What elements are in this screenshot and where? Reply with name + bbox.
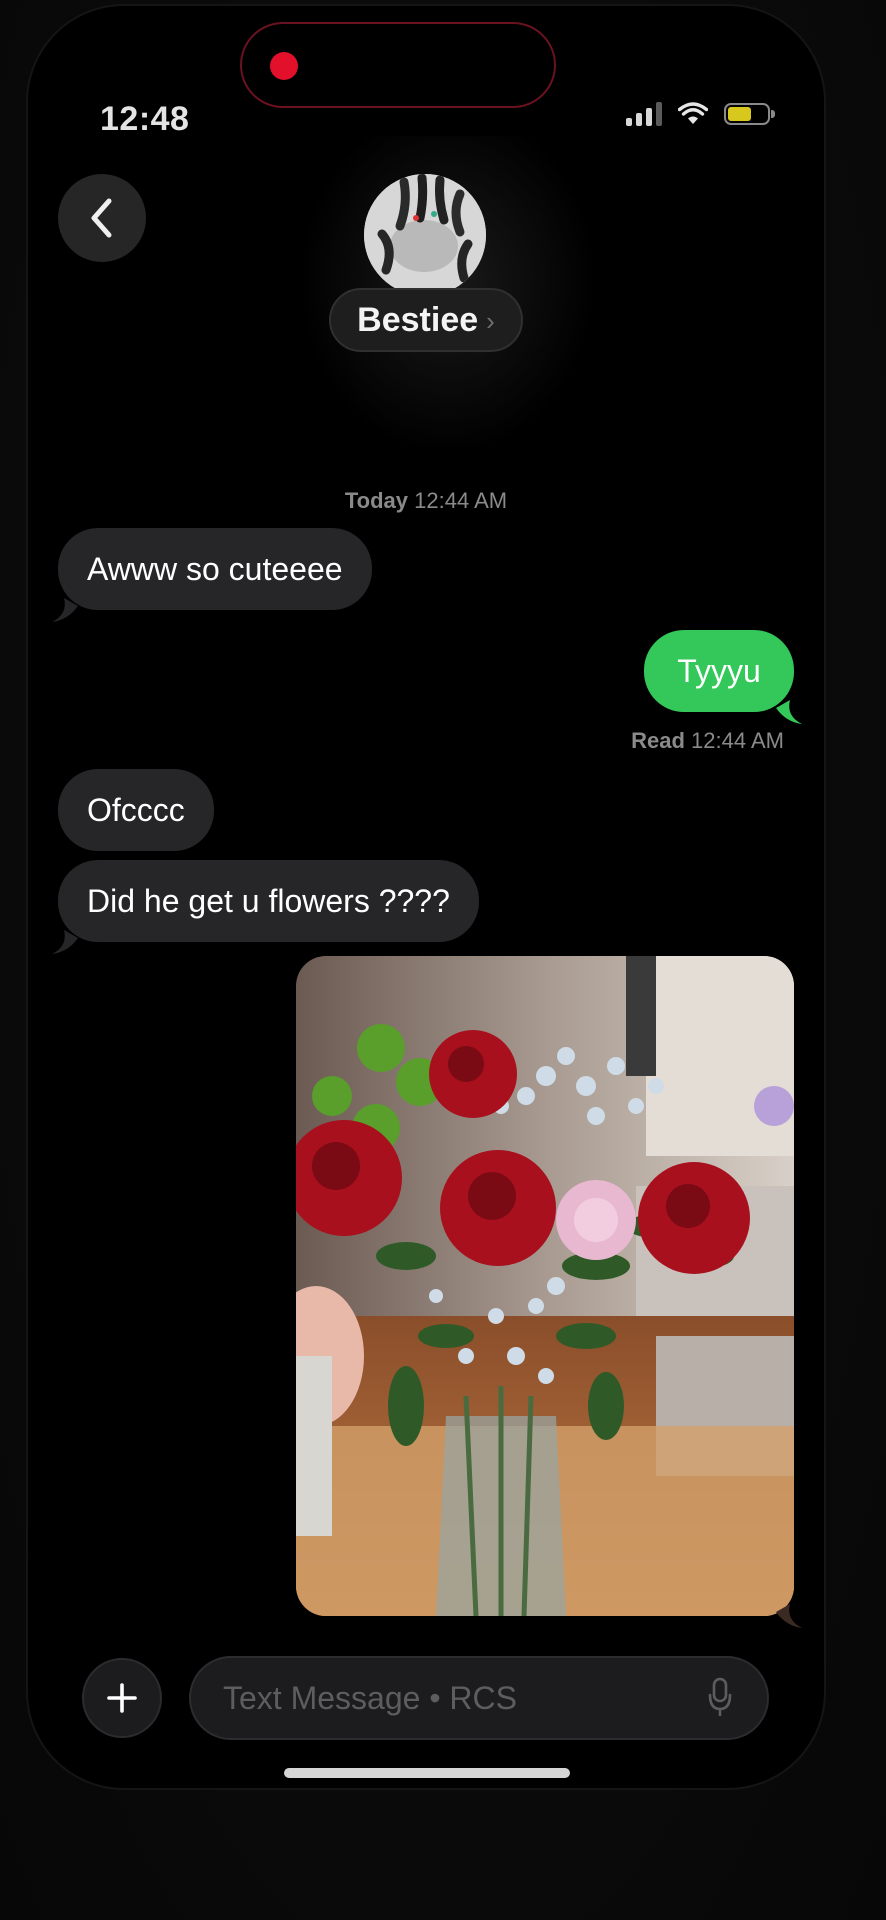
incoming-message-bubble[interactable]: Did he get u flowers ???? [58, 860, 479, 942]
message-composer [28, 1656, 824, 1740]
dynamic-island [240, 22, 556, 108]
cellular-signal-icon [626, 102, 662, 126]
message-text: Tyyyu [677, 652, 761, 689]
bubble-tail [776, 1604, 802, 1628]
message-text: Awww so cuteeee [87, 550, 343, 587]
message-text: Ofcccc [87, 791, 185, 828]
contact-name-button[interactable]: Bestiee › [329, 288, 523, 352]
add-attachment-button[interactable] [82, 1658, 162, 1738]
bubble-tail [52, 598, 78, 622]
incoming-message-bubble[interactable]: Ofcccc [58, 769, 214, 851]
bubble-tail [776, 700, 802, 724]
contact-avatar[interactable] [364, 174, 486, 296]
flowers-photo-message[interactable] [296, 956, 794, 1616]
bubble-tail [52, 930, 78, 954]
conversation-timestamp: Today 12:44 AM [28, 488, 824, 514]
chevron-right-icon: › [486, 305, 495, 336]
timestamp-day: Today [344, 488, 409, 513]
page-background: 12:48 Bestiee › Today 12:44 AM Awww so c… [0, 0, 886, 1920]
battery-icon [724, 103, 775, 125]
read-label: Read [631, 728, 685, 753]
microphone-icon[interactable] [708, 1677, 732, 1717]
plus-icon [107, 1683, 137, 1713]
status-icons [626, 102, 775, 126]
back-button[interactable] [58, 174, 146, 262]
phone-screen: 12:48 Bestiee › Today 12:44 AM Awww so c… [28, 6, 824, 1788]
outgoing-message-bubble[interactable]: Tyyyu [644, 630, 794, 712]
chevron-left-icon [91, 198, 112, 238]
status-time: 12:48 [100, 100, 190, 138]
wifi-icon [678, 102, 708, 124]
incoming-message-bubble[interactable]: Awww so cuteeee [58, 528, 372, 610]
home-indicator[interactable] [284, 1768, 570, 1778]
message-text: Did he get u flowers ???? [87, 882, 450, 919]
recording-indicator-icon [270, 52, 298, 80]
read-time: 12:44 AM [691, 728, 784, 753]
contact-name: Bestiee [357, 300, 479, 339]
read-receipt: Read 12:44 AM [631, 728, 784, 754]
message-input[interactable] [189, 1656, 769, 1740]
timestamp-time: 12:44 AM [414, 488, 508, 513]
